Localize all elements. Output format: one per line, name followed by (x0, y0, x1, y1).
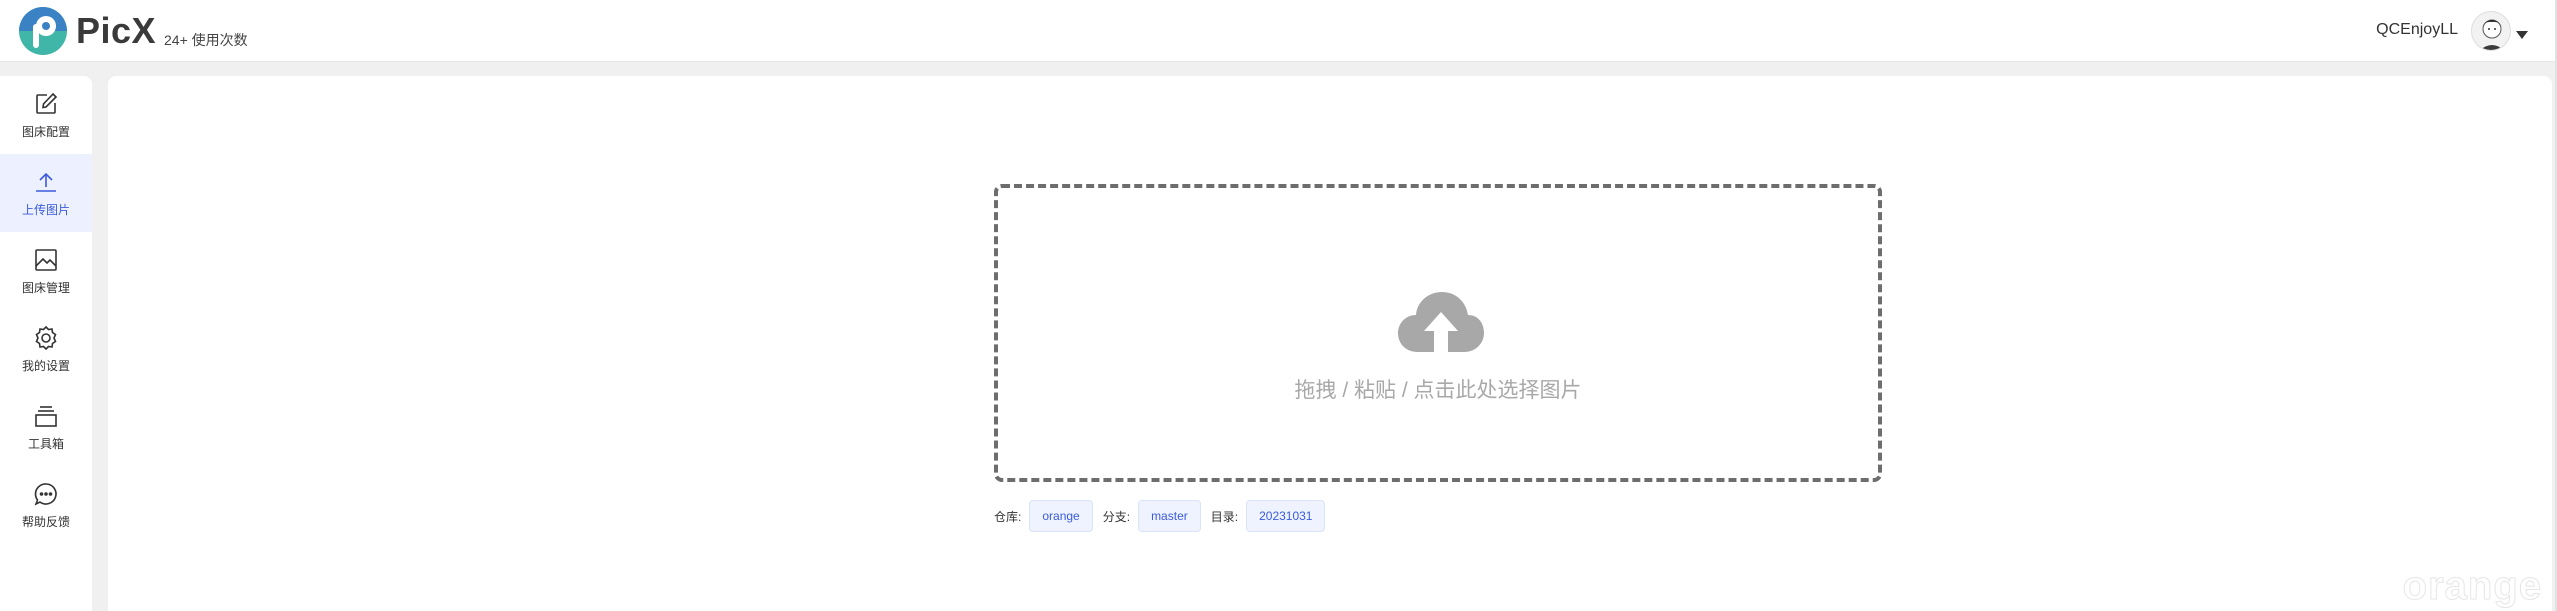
sidebar-item-label: 我的设置 (21, 358, 70, 373)
repo-info-row: 仓库: orange 分支: master 目录: 20231031 (994, 500, 1335, 532)
dropzone-instruction: 拖拽 / 粘贴 / 点击此处选择图片 (1294, 379, 1582, 402)
main-content: 拖拽 / 粘贴 / 点击此处选择图片 仓库: orange 分支: master… (108, 76, 2552, 611)
sidebar: 图床配置 上传图片 图床管理 我的设置 工具箱 帮助反馈 (0, 76, 92, 611)
branch-tag[interactable]: master (1138, 500, 1201, 532)
sidebar-item-label: 图床配置 (21, 124, 70, 139)
sidebar-item-my-settings[interactable]: 我的设置 (0, 310, 92, 388)
sidebar-item-help-feedback[interactable]: 帮助反馈 (0, 466, 92, 544)
usage-count: 24+ 使用次数 (164, 32, 248, 48)
picx-logo-icon[interactable] (18, 6, 68, 56)
upload-icon (33, 169, 59, 195)
sidebar-item-label: 上传图片 (21, 202, 70, 217)
repo-label: 仓库: (994, 509, 1022, 524)
user-avatar[interactable] (2471, 11, 2511, 51)
app-name[interactable]: PicX (76, 10, 156, 52)
sidebar-item-image-host-config[interactable]: 图床配置 (0, 76, 92, 154)
username[interactable]: QCEnjoyLL (2376, 21, 2458, 39)
directory-tag[interactable]: 20231031 (1246, 500, 1326, 532)
sidebar-item-label: 帮助反馈 (21, 514, 70, 529)
image-icon (33, 247, 59, 273)
sidebar-item-image-host-management[interactable]: 图床管理 (0, 232, 92, 310)
repo-tag[interactable]: orange (1029, 500, 1093, 532)
edit-icon (33, 91, 59, 117)
sidebar-item-upload-image[interactable]: 上传图片 (0, 154, 92, 232)
watermark: orange (2402, 564, 2542, 609)
directory-label: 目录: (1210, 509, 1239, 524)
header: PicX 24+ 使用次数 QCEnjoyLL (0, 0, 2557, 62)
cloud-upload-icon (1396, 286, 1486, 356)
upload-dropzone[interactable]: 拖拽 / 粘贴 / 点击此处选择图片 (994, 184, 1882, 482)
chat-icon (33, 481, 59, 507)
caret-down-icon[interactable] (2516, 26, 2528, 44)
sidebar-item-toolbox[interactable]: 工具箱 (0, 388, 92, 466)
gear-icon (33, 325, 59, 351)
sidebar-item-label: 图床管理 (21, 280, 70, 295)
branch-label: 分支: (1102, 509, 1131, 524)
sidebar-item-label: 工具箱 (27, 436, 64, 451)
toolbox-icon (33, 403, 59, 429)
